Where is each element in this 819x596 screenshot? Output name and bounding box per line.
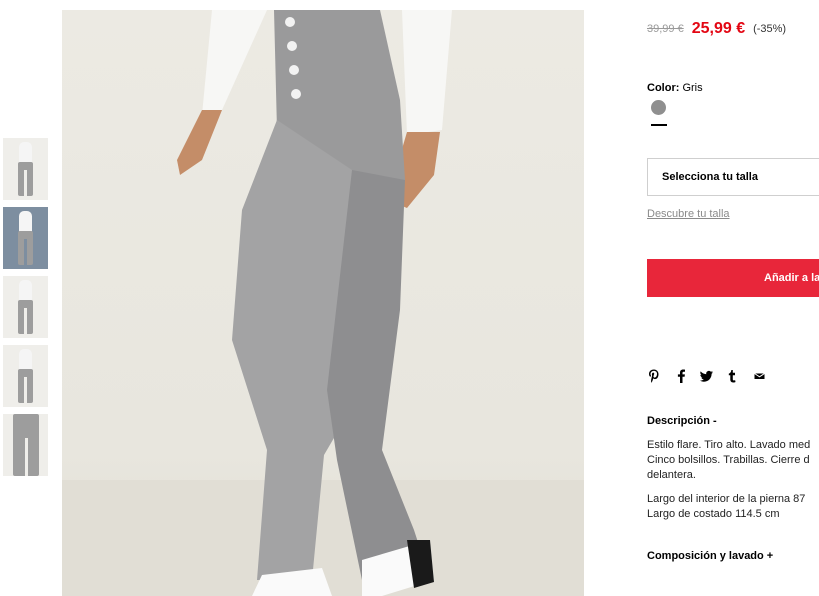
main-product-image[interactable] <box>62 10 584 596</box>
thumb-top <box>19 211 32 233</box>
left-sleeve <box>202 10 267 115</box>
button <box>289 65 299 75</box>
twitter-icon[interactable] <box>699 368 715 386</box>
description-line: delantera. <box>647 469 696 481</box>
right-sleeve <box>402 10 452 135</box>
product-page: 39,99 € 25,99 € (-35%) Color: Gris Selecci… <box>0 0 819 596</box>
color-label-key: Color: <box>647 82 680 94</box>
thumb-gap <box>24 377 27 403</box>
size-guide-link[interactable]: Descubre tu talla <box>647 208 730 220</box>
old-price: 39,99 € <box>647 23 684 35</box>
composition-toggle[interactable]: Composición y lavado + <box>647 550 773 562</box>
pinterest-icon[interactable] <box>647 368 663 386</box>
thumb-gap <box>25 438 28 476</box>
tumblr-icon[interactable] <box>727 368 743 386</box>
thumbnail-strip <box>3 138 49 483</box>
thumbnail-3[interactable] <box>3 276 48 338</box>
description-line: Largo del interior de la pierna 87 <box>647 493 806 505</box>
thumb-gap <box>24 239 27 265</box>
thumbnail-4[interactable] <box>3 345 48 407</box>
add-to-bag-button[interactable]: Añadir a la <box>647 259 819 297</box>
thumbnail-2[interactable] <box>3 207 48 269</box>
size-select[interactable]: Selecciona tu talla <box>647 158 819 196</box>
price-row: 39,99 € 25,99 € (-35%) <box>647 20 786 38</box>
thumbnail-1[interactable] <box>3 138 48 200</box>
color-value: Gris <box>682 82 703 94</box>
button <box>285 17 295 27</box>
description-text: Estilo flare. Tiro alto. Lavado med Cinc… <box>647 438 819 522</box>
left-arm <box>177 110 222 175</box>
selected-swatch-indicator <box>651 124 667 126</box>
description-line: Estilo flare. Tiro alto. Lavado med <box>647 439 811 451</box>
color-swatch-gris[interactable] <box>651 100 666 115</box>
description-line: Cinco bolsillos. Trabillas. Cierre d <box>647 454 810 466</box>
color-label: Color: Gris <box>647 82 703 94</box>
thumbnail-5[interactable] <box>3 414 48 476</box>
thumb-top <box>19 280 32 302</box>
sale-price: 25,99 € <box>691 20 746 37</box>
thumb-top <box>19 142 32 164</box>
discount-badge: (-35%) <box>753 23 787 35</box>
thumb-top <box>19 349 32 371</box>
facebook-icon[interactable] <box>676 368 692 386</box>
thumb-gap <box>24 308 27 334</box>
description-toggle[interactable]: Descripción - <box>647 415 717 427</box>
description-line: Largo de costado 114.5 cm <box>647 508 780 520</box>
mail-icon[interactable] <box>753 368 769 386</box>
thumb-gap <box>24 170 27 196</box>
button <box>287 41 297 51</box>
jeans-model-illustration <box>62 10 584 596</box>
button <box>291 89 301 99</box>
